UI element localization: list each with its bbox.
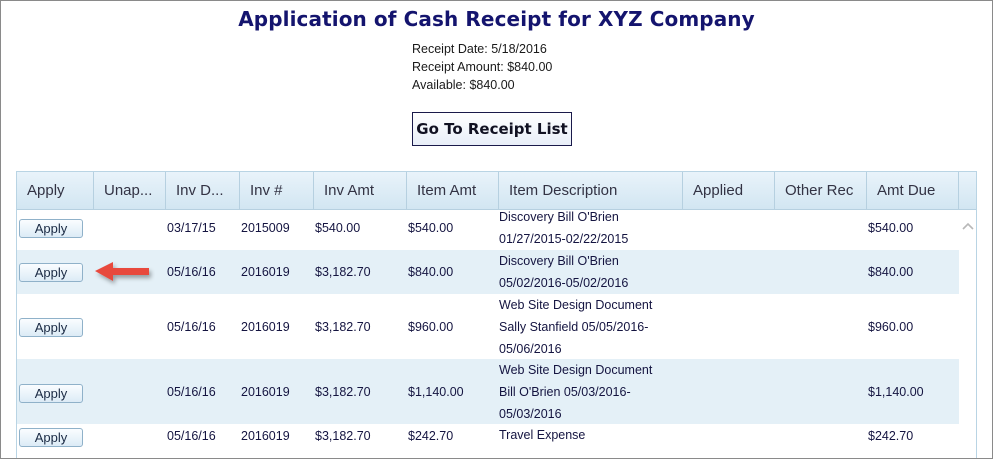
- inv-date-cell: 05/16/16: [167, 265, 216, 279]
- description-line: 05/02/2016-05/02/2016: [499, 276, 629, 290]
- table-row: Apply 03/17/15 2015009 $540.00 $540.00 D…: [17, 205, 959, 250]
- item-description-cell: Travel Expense: [499, 424, 585, 446]
- description-line: Discovery Bill O'Brien: [499, 254, 619, 268]
- description-line: Web Site Design Document: [499, 298, 653, 312]
- amt-due-cell: $840.00: [868, 265, 914, 279]
- item-amt-cell: $960.00: [408, 320, 454, 334]
- description-line: Bill O'Brien 05/03/2016-: [499, 385, 631, 399]
- inv-number-cell: 2016019: [241, 265, 290, 279]
- table-row: Apply 05/16/16 2016019 $3,182.70 $960.00…: [17, 294, 959, 359]
- inv-amt-cell: $540.00: [315, 221, 361, 235]
- receipt-date: Receipt Date: 5/18/2016: [412, 42, 547, 56]
- amt-due-cell: $242.70: [868, 429, 914, 443]
- table-row: Apply 05/16/16 2016019 $3,182.70 $1,140.…: [17, 359, 959, 424]
- column-header-item-amt[interactable]: Item Amt: [407, 172, 499, 209]
- chevron-up-icon[interactable]: [962, 220, 974, 232]
- item-description-cell: Discovery Bill O'Brien 05/02/2016-05/02/…: [499, 250, 628, 294]
- column-header-amt-due[interactable]: Amt Due: [867, 172, 959, 209]
- item-amt-cell: $242.70: [408, 429, 454, 443]
- inv-amt-cell: $3,182.70: [315, 320, 371, 334]
- inv-date-cell: 05/16/16: [167, 385, 216, 399]
- apply-button[interactable]: Apply: [19, 384, 83, 403]
- available-amount: Available: $840.00: [412, 78, 515, 92]
- window: Application of Cash Receipt for XYZ Comp…: [0, 0, 993, 459]
- inv-date-cell: 05/16/16: [167, 320, 216, 334]
- item-amt-cell: $1,140.00: [408, 385, 464, 399]
- receipt-info: Receipt Date: 5/18/2016 Receipt Amount: …: [412, 40, 552, 94]
- description-line: 01/27/2015-02/22/2015: [499, 232, 629, 246]
- inv-amt-cell: $3,182.70: [315, 429, 371, 443]
- item-description-cell: Discovery Bill O'Brien 01/27/2015-02/22/…: [499, 206, 628, 250]
- column-header-inv-date[interactable]: Inv D...: [166, 172, 240, 209]
- column-header-apply[interactable]: Apply: [17, 172, 94, 209]
- column-header-applied[interactable]: Applied: [683, 172, 775, 209]
- invoice-grid: Apply Unap... Inv D... Inv # Inv Amt Ite…: [16, 171, 977, 458]
- inv-amt-cell: $3,182.70: [315, 265, 371, 279]
- item-amt-cell: $540.00: [408, 221, 454, 235]
- page-title: Application of Cash Receipt for XYZ Comp…: [238, 7, 755, 31]
- item-description-cell: Web Site Design Document Bill O'Brien 05…: [499, 359, 652, 425]
- inv-number-cell: 2016019: [241, 320, 290, 334]
- go-to-receipt-list-button[interactable]: Go To Receipt List: [412, 112, 572, 146]
- description-line: Discovery Bill O'Brien: [499, 210, 619, 224]
- red-arrow-icon: [95, 262, 149, 281]
- table-row: Apply 05/16/16 2016019 $3,182.70 $242.70…: [17, 424, 959, 458]
- column-header-inv-number[interactable]: Inv #: [240, 172, 314, 209]
- apply-button[interactable]: Apply: [19, 263, 83, 282]
- description-line: Travel Expense: [499, 428, 586, 442]
- inv-number-cell: 2015009: [241, 221, 290, 235]
- apply-button[interactable]: Apply: [19, 219, 83, 238]
- description-line: 05/06/2016: [499, 342, 562, 356]
- description-line: Web Site Design Document: [499, 363, 653, 377]
- column-header-item-description[interactable]: Item Description: [499, 172, 683, 209]
- column-header-inv-amt[interactable]: Inv Amt: [314, 172, 407, 209]
- receipt-amount: Receipt Amount: $840.00: [412, 60, 553, 74]
- item-description-cell: Web Site Design Document Sally Stanfield…: [499, 294, 652, 360]
- amt-due-cell: $1,140.00: [868, 385, 924, 399]
- inv-date-cell: 05/16/16: [167, 429, 216, 443]
- inv-date-cell: 03/17/15: [167, 221, 216, 235]
- item-amt-cell: $840.00: [408, 265, 454, 279]
- apply-button[interactable]: Apply: [19, 428, 83, 447]
- apply-button[interactable]: Apply: [19, 318, 83, 337]
- amt-due-cell: $960.00: [868, 320, 914, 334]
- description-line: Sally Stanfield 05/05/2016-: [499, 320, 649, 334]
- column-header-unapply[interactable]: Unap...: [94, 172, 166, 209]
- description-line: 05/03/2016: [499, 407, 562, 421]
- table-row: Apply 05/16/16 2016019 $3,182.70 $840.00…: [17, 250, 959, 294]
- vertical-scrollbar[interactable]: [959, 210, 976, 458]
- column-header-other-rec[interactable]: Other Rec: [775, 172, 867, 209]
- inv-number-cell: 2016019: [241, 429, 290, 443]
- amt-due-cell: $540.00: [868, 221, 914, 235]
- inv-amt-cell: $3,182.70: [315, 385, 371, 399]
- inv-number-cell: 2016019: [241, 385, 290, 399]
